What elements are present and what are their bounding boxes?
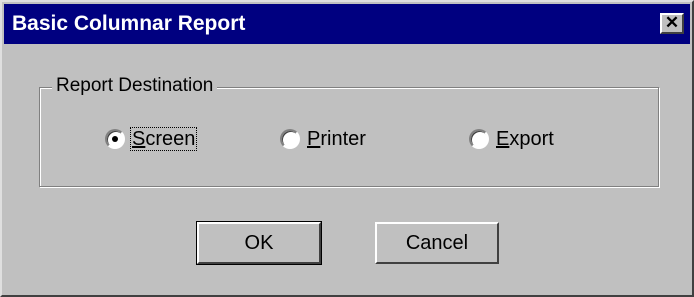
radio-screen-label: Screen <box>129 127 198 151</box>
window-title: Basic Columnar Report <box>12 12 246 35</box>
radio-printer[interactable]: Printer <box>280 126 367 152</box>
radio-export-label: Export <box>496 128 554 150</box>
radio-selected-dot <box>112 136 118 142</box>
title-bar[interactable]: Basic Columnar Report ✕ <box>4 4 690 44</box>
radio-printer-label: Printer <box>307 128 366 150</box>
close-icon: ✕ <box>664 13 680 32</box>
radio-screen[interactable]: Screen <box>105 126 198 152</box>
group-label: Report Destination <box>52 75 218 97</box>
radio-button-icon[interactable] <box>105 129 125 149</box>
radio-export[interactable]: Export <box>469 126 555 152</box>
radio-button-icon[interactable] <box>280 129 300 149</box>
cancel-button[interactable]: Cancel <box>375 222 499 264</box>
radio-button-icon[interactable] <box>469 129 489 149</box>
close-button[interactable]: ✕ <box>660 13 684 34</box>
report-dialog: Basic Columnar Report ✕ Report Destinati… <box>0 0 694 297</box>
ok-button[interactable]: OK <box>196 221 322 265</box>
